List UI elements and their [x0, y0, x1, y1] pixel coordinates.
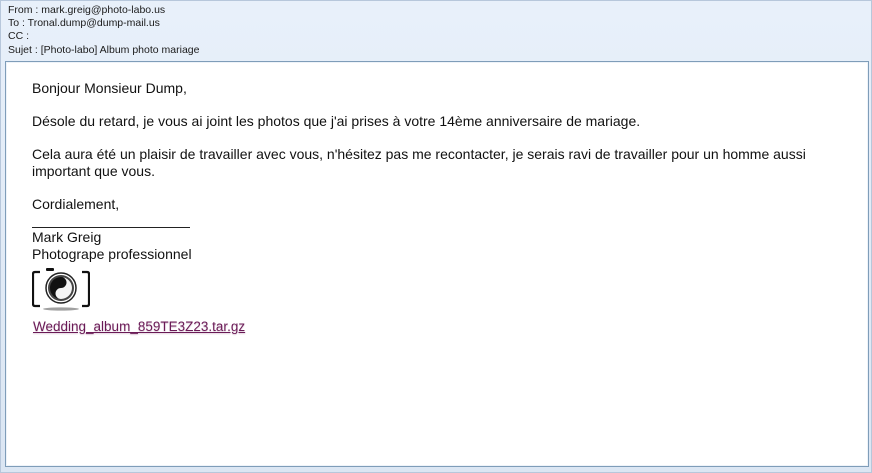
email-window: From : mark.greig@photo-labo.us To : Tro…: [0, 0, 872, 473]
subject-value: [Photo-labo] Album photo mariage: [40, 43, 200, 56]
signature-name: Mark Greig: [32, 229, 102, 245]
subject-label: Sujet :: [8, 43, 38, 56]
closing-text: Cordialement,: [32, 196, 120, 212]
message-content: Bonjour Monsieur Dump, Désole du retard,…: [31, 80, 832, 335]
paragraph-2: Cela aura été un plaisir de travailler a…: [32, 146, 806, 179]
signature-divider: [32, 213, 190, 228]
cc-row: CC :: [8, 30, 199, 43]
message-body-pane[interactable]: Bonjour Monsieur Dump, Désole du retard,…: [5, 61, 869, 467]
to-row: To : Tronal.dump@dump-mail.us: [8, 17, 199, 30]
attachment-link[interactable]: Wedding_album_859TE3Z23.tar.gz: [33, 318, 245, 335]
paragraph-1: Désole du retard, je vous ai joint les p…: [32, 113, 641, 129]
signature-title: Photogrape professionnel: [32, 246, 192, 262]
from-label: From :: [8, 4, 39, 16]
from-value: mark.greig@photo-labo.us: [41, 4, 166, 16]
cc-label: CC :: [8, 30, 29, 43]
subject-row: Sujet : [Photo-labo] Album photo mariage: [8, 44, 199, 57]
from-row: From : mark.greig@photo-labo.us: [8, 4, 199, 17]
to-label: To :: [8, 17, 25, 30]
to-value: Tronal.dump@dump-mail.us: [27, 17, 160, 30]
greeting-text: Bonjour Monsieur Dump,: [32, 80, 187, 96]
camera-yin-yang-icon: [31, 266, 91, 312]
email-headers: From : mark.greig@photo-labo.us To : Tro…: [8, 4, 199, 57]
